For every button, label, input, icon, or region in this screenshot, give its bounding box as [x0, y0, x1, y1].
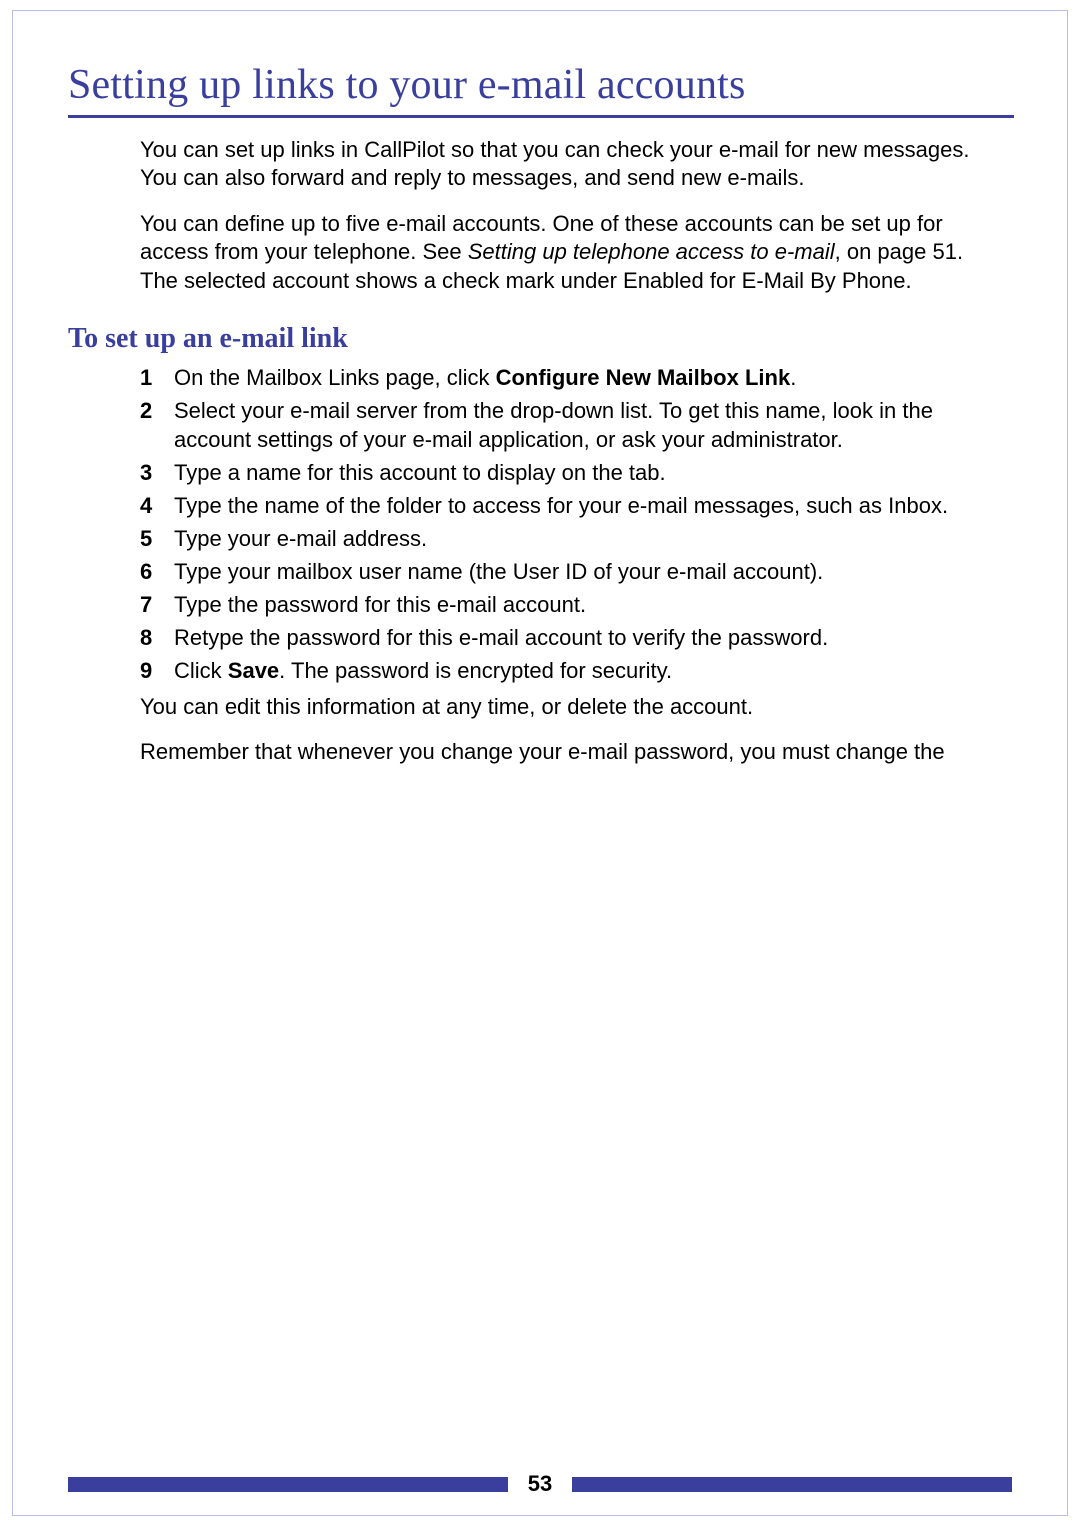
step-row: 8 Retype the password for this e-mail ac… [140, 623, 970, 652]
step-pre: On the Mailbox Links page, click [174, 365, 496, 390]
step-number: 1 [140, 363, 174, 392]
step-pre: Click [174, 658, 228, 683]
step-row: 4 Type the name of the folder to access … [140, 491, 970, 520]
footer-inner: 53 [13, 1467, 1067, 1497]
after-list-paragraph-1: You can edit this information at any tim… [140, 693, 970, 722]
after-list-paragraph-2: Remember that whenever you change your e… [140, 738, 970, 767]
step-number: 5 [140, 524, 174, 553]
step-text: Type the name of the folder to access fo… [174, 491, 970, 520]
step-row: 5 Type your e-mail address. [140, 524, 970, 553]
step-text: Retype the password for this e-mail acco… [174, 623, 970, 652]
step-text: Click Save. The password is encrypted fo… [174, 656, 970, 685]
step-bold: Configure New Mailbox Link [496, 365, 791, 390]
step-row: 6 Type your mailbox user name (the User … [140, 557, 970, 586]
intro-paragraph-1: You can set up links in CallPilot so tha… [140, 136, 970, 192]
step-row: 2 Select your e-mail server from the dro… [140, 396, 970, 454]
step-row: 9 Click Save. The password is encrypted … [140, 656, 970, 685]
step-post: . [790, 365, 796, 390]
step-row: 3 Type a name for this account to displa… [140, 458, 970, 487]
page-title: Setting up links to your e-mail accounts [68, 61, 1014, 118]
step-text: Type the password for this e-mail accoun… [174, 590, 970, 619]
step-text: On the Mailbox Links page, click Configu… [174, 363, 970, 392]
step-bold: Save [228, 658, 279, 683]
step-number: 3 [140, 458, 174, 487]
ordered-steps: 1 On the Mailbox Links page, click Confi… [140, 363, 970, 685]
step-text: Type your mailbox user name (the User ID… [174, 557, 970, 586]
cross-reference: Setting up telephone access to e-mail [468, 239, 835, 264]
section-subhead: To set up an e-mail link [68, 323, 1014, 355]
step-row: 1 On the Mailbox Links page, click Confi… [140, 363, 970, 392]
page-footer: 53 [13, 1467, 1067, 1497]
step-number: 6 [140, 557, 174, 586]
step-row: 7 Type the password for this e-mail acco… [140, 590, 970, 619]
step-text: Type a name for this account to display … [174, 458, 970, 487]
step-text: Select your e-mail server from the drop-… [174, 396, 970, 454]
page-frame: Setting up links to your e-mail accounts… [12, 10, 1068, 1516]
step-number: 2 [140, 396, 174, 425]
step-text: Type your e-mail address. [174, 524, 970, 553]
step-number: 7 [140, 590, 174, 619]
content-area: Setting up links to your e-mail accounts… [68, 61, 1014, 766]
footer-bar-right [572, 1477, 1012, 1492]
step-number: 4 [140, 491, 174, 520]
intro-paragraph-2: You can define up to five e-mail account… [140, 210, 970, 294]
step-number: 8 [140, 623, 174, 652]
intro-block: You can set up links in CallPilot so tha… [140, 136, 970, 295]
step-number: 9 [140, 656, 174, 685]
step-post: . The password is encrypted for security… [279, 658, 672, 683]
